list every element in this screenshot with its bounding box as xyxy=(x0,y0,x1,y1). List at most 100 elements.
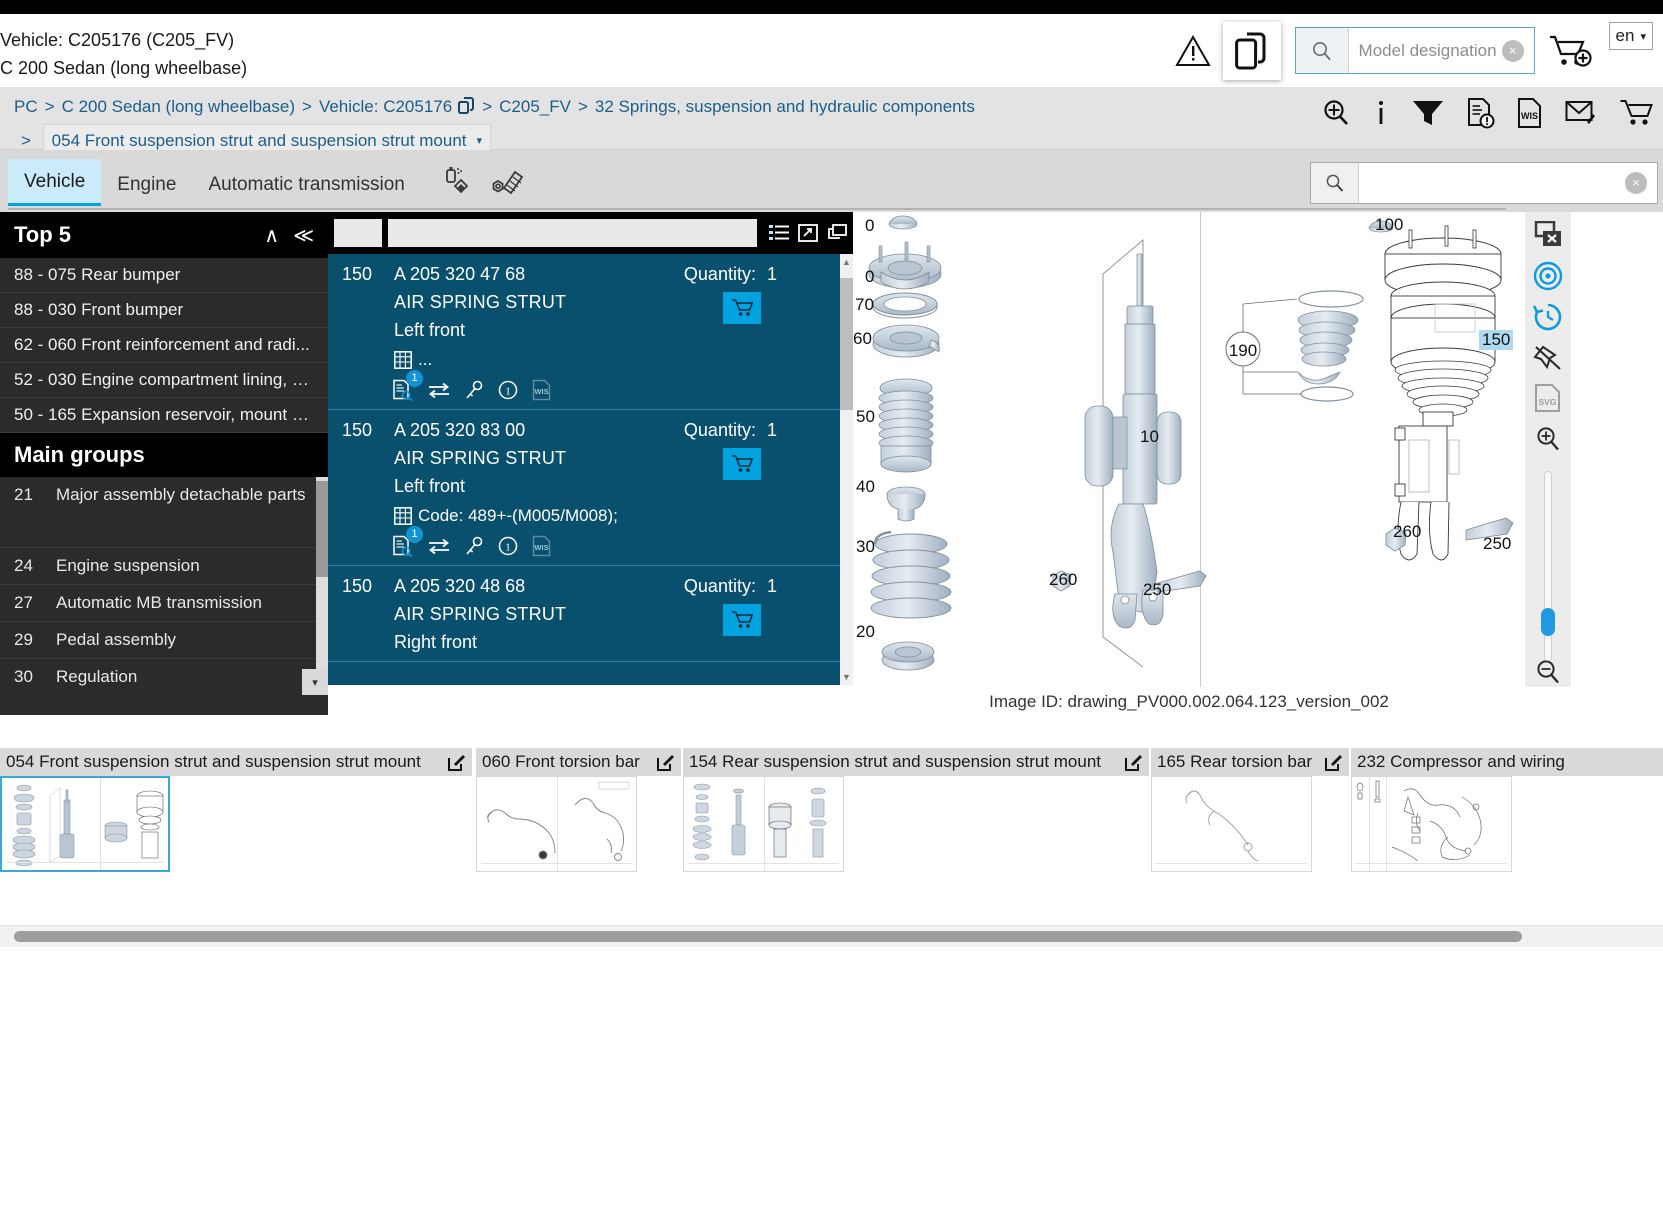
clear-icon[interactable]: × xyxy=(1625,172,1647,194)
exchange-arrows-icon[interactable] xyxy=(428,536,450,556)
breadcrumb-item-4[interactable]: 32 Springs, suspension and hydraulic com… xyxy=(595,97,975,116)
add-to-cart-icon[interactable] xyxy=(723,604,761,636)
zoom-slider-knob[interactable] xyxy=(1541,608,1555,637)
thumbnail-card[interactable]: 232 Compressor and wiring xyxy=(1351,748,1663,872)
exchange-arrows-icon[interactable] xyxy=(428,380,450,400)
search-icon[interactable] xyxy=(1311,163,1359,203)
callout-150-highlighted[interactable]: 150 xyxy=(1479,330,1514,350)
key-icon[interactable] xyxy=(464,380,484,400)
collapse-up-icon[interactable]: ∧ xyxy=(264,223,279,248)
part-code-row[interactable]: ... xyxy=(394,350,839,370)
breadcrumb-item-3[interactable]: C205_FV xyxy=(499,97,571,116)
wis-icon[interactable]: WIS xyxy=(532,379,552,401)
part-row[interactable]: 150 A 205 320 48 68 Quantity: 1 AIR SPRI… xyxy=(328,566,853,662)
part-actions: 1 1 WIS xyxy=(392,526,839,557)
info-circle-icon[interactable]: 1 xyxy=(498,536,518,556)
callout-0a: 0 xyxy=(865,216,875,235)
parts-scroll-thumb[interactable] xyxy=(840,278,853,410)
top5-item-2[interactable]: 62 - 060 Front reinforcement and radi... xyxy=(0,328,328,363)
group-item-24[interactable]: 24 Engine suspension xyxy=(0,548,328,585)
thumbnail-image[interactable] xyxy=(1351,776,1512,872)
mail-edit-icon[interactable] xyxy=(1565,99,1597,127)
thumbnail-image[interactable] xyxy=(476,776,637,872)
detach-window-icon[interactable] xyxy=(827,224,847,242)
search-icon[interactable] xyxy=(1295,28,1349,73)
groups-scrollbar[interactable] xyxy=(316,477,328,695)
main-groups-list: 21 Major assembly detachable parts 24 En… xyxy=(0,477,328,695)
groups-scroll-thumb[interactable] xyxy=(316,481,328,577)
zoom-out-icon[interactable] xyxy=(1531,656,1565,687)
cart-add-icon[interactable] xyxy=(1535,21,1607,81)
scroll-down-arrow-icon[interactable]: ▼ xyxy=(840,669,853,685)
svg-export-icon[interactable]: SVG xyxy=(1531,383,1565,414)
parts-filter-input[interactable] xyxy=(388,219,757,247)
wis-icon[interactable]: WIS xyxy=(532,535,552,557)
edit-icon[interactable] xyxy=(657,753,675,771)
zoom-in-icon[interactable] xyxy=(1531,424,1565,455)
document-search-icon[interactable]: 1 xyxy=(392,370,423,401)
filter-funnel-icon[interactable] xyxy=(1411,98,1445,128)
copy-documents-icon[interactable] xyxy=(1222,21,1281,80)
thumbnail-card[interactable]: 060 Front torsion bar xyxy=(476,748,681,872)
close-window-icon[interactable] xyxy=(1531,220,1565,251)
part-code-row[interactable]: Code: 489+-(M005/M008); xyxy=(394,506,839,526)
paint-spray-icon[interactable] xyxy=(441,166,475,196)
bolt-nut-icon[interactable] xyxy=(491,166,525,196)
group-item-29[interactable]: 29 Pedal assembly xyxy=(0,622,328,659)
clear-icon[interactable]: × xyxy=(1501,39,1524,62)
list-view-icon[interactable] xyxy=(769,224,789,242)
edit-icon[interactable] xyxy=(1325,753,1343,771)
wis-document-icon[interactable]: WIS xyxy=(1517,97,1543,129)
add-to-cart-icon[interactable] xyxy=(723,292,761,324)
parts-scrollbar[interactable]: ▲ ▼ xyxy=(840,254,853,685)
breadcrumb-item-0[interactable]: PC xyxy=(14,97,38,116)
horizontal-scroll-thumb[interactable] xyxy=(14,931,1522,942)
thumbnail-card[interactable]: 165 Rear torsion bar xyxy=(1151,748,1349,872)
horizontal-scrollbar[interactable] xyxy=(0,925,1663,947)
top5-item-1[interactable]: 88 - 030 Front bumper xyxy=(0,293,328,328)
breadcrumb-item-1[interactable]: C 200 Sedan (long wheelbase) xyxy=(62,97,295,116)
group-item-21[interactable]: 21 Major assembly detachable parts xyxy=(0,477,328,548)
tab-automatic-transmission[interactable]: Automatic transmission xyxy=(192,162,420,206)
drawing-canvas[interactable]: 190 0 0 70 60 50 40 30 20 10 260 250 100… xyxy=(853,212,1525,687)
unpin-icon[interactable] xyxy=(1531,342,1565,373)
shopping-cart-icon[interactable] xyxy=(1619,98,1653,128)
thumbnail-image[interactable] xyxy=(0,776,170,872)
edit-icon[interactable] xyxy=(448,753,466,771)
info-circle-icon[interactable]: 1 xyxy=(498,380,518,400)
tab-vehicle[interactable]: Vehicle xyxy=(8,159,102,206)
scroll-up-arrow-icon[interactable]: ▲ xyxy=(840,254,853,270)
thumbnail-card[interactable]: 154 Rear suspension strut and suspension… xyxy=(683,748,1149,872)
target-focus-icon[interactable] xyxy=(1531,261,1565,292)
groups-expand-caret[interactable]: ▾ xyxy=(302,669,328,695)
parts-search-input[interactable] xyxy=(1359,163,1657,203)
document-alert-icon[interactable] xyxy=(1467,97,1495,129)
collapse-left-icon[interactable]: ≪ xyxy=(293,223,314,248)
part-row[interactable]: 150 A 205 320 47 68 Quantity: 1 AIR SPRI… xyxy=(328,254,853,410)
add-to-cart-icon[interactable] xyxy=(723,448,761,480)
expand-view-icon[interactable] xyxy=(798,224,818,242)
thumbnail-title: 165 Rear torsion bar xyxy=(1151,748,1349,776)
language-selector[interactable]: en ▾ xyxy=(1608,22,1653,50)
thumbnail-card[interactable]: 054 Front suspension strut and suspensio… xyxy=(0,748,472,872)
tab-engine[interactable]: Engine xyxy=(101,162,192,206)
thumbnail-image[interactable] xyxy=(1151,776,1312,872)
group-item-30[interactable]: 30 Regulation xyxy=(0,659,328,695)
breadcrumb-copy-icon[interactable] xyxy=(458,97,475,115)
top5-item-3[interactable]: 52 - 030 Engine compartment lining, g... xyxy=(0,363,328,398)
history-revert-icon[interactable] xyxy=(1531,302,1565,333)
thumbnail-image[interactable] xyxy=(683,776,844,872)
breadcrumb-item-2[interactable]: Vehicle: C205176 xyxy=(319,97,452,116)
zoom-in-search-icon[interactable] xyxy=(1321,98,1351,128)
document-search-icon[interactable]: 1 xyxy=(392,526,423,557)
key-icon[interactable] xyxy=(464,536,484,556)
zoom-slider[interactable] xyxy=(1541,470,1555,661)
parts-filter-box[interactable] xyxy=(334,219,382,247)
top5-item-4[interactable]: 50 - 165 Expansion reservoir, mount a... xyxy=(0,398,328,433)
top5-item-0[interactable]: 88 - 075 Rear bumper xyxy=(0,258,328,293)
part-row[interactable]: 150 A 205 320 83 00 Quantity: 1 AIR SPRI… xyxy=(328,410,853,566)
group-item-27[interactable]: 27 Automatic MB transmission xyxy=(0,585,328,622)
warning-triangle-icon[interactable] xyxy=(1167,26,1219,76)
edit-icon[interactable] xyxy=(1125,753,1143,771)
info-icon[interactable] xyxy=(1373,98,1389,128)
